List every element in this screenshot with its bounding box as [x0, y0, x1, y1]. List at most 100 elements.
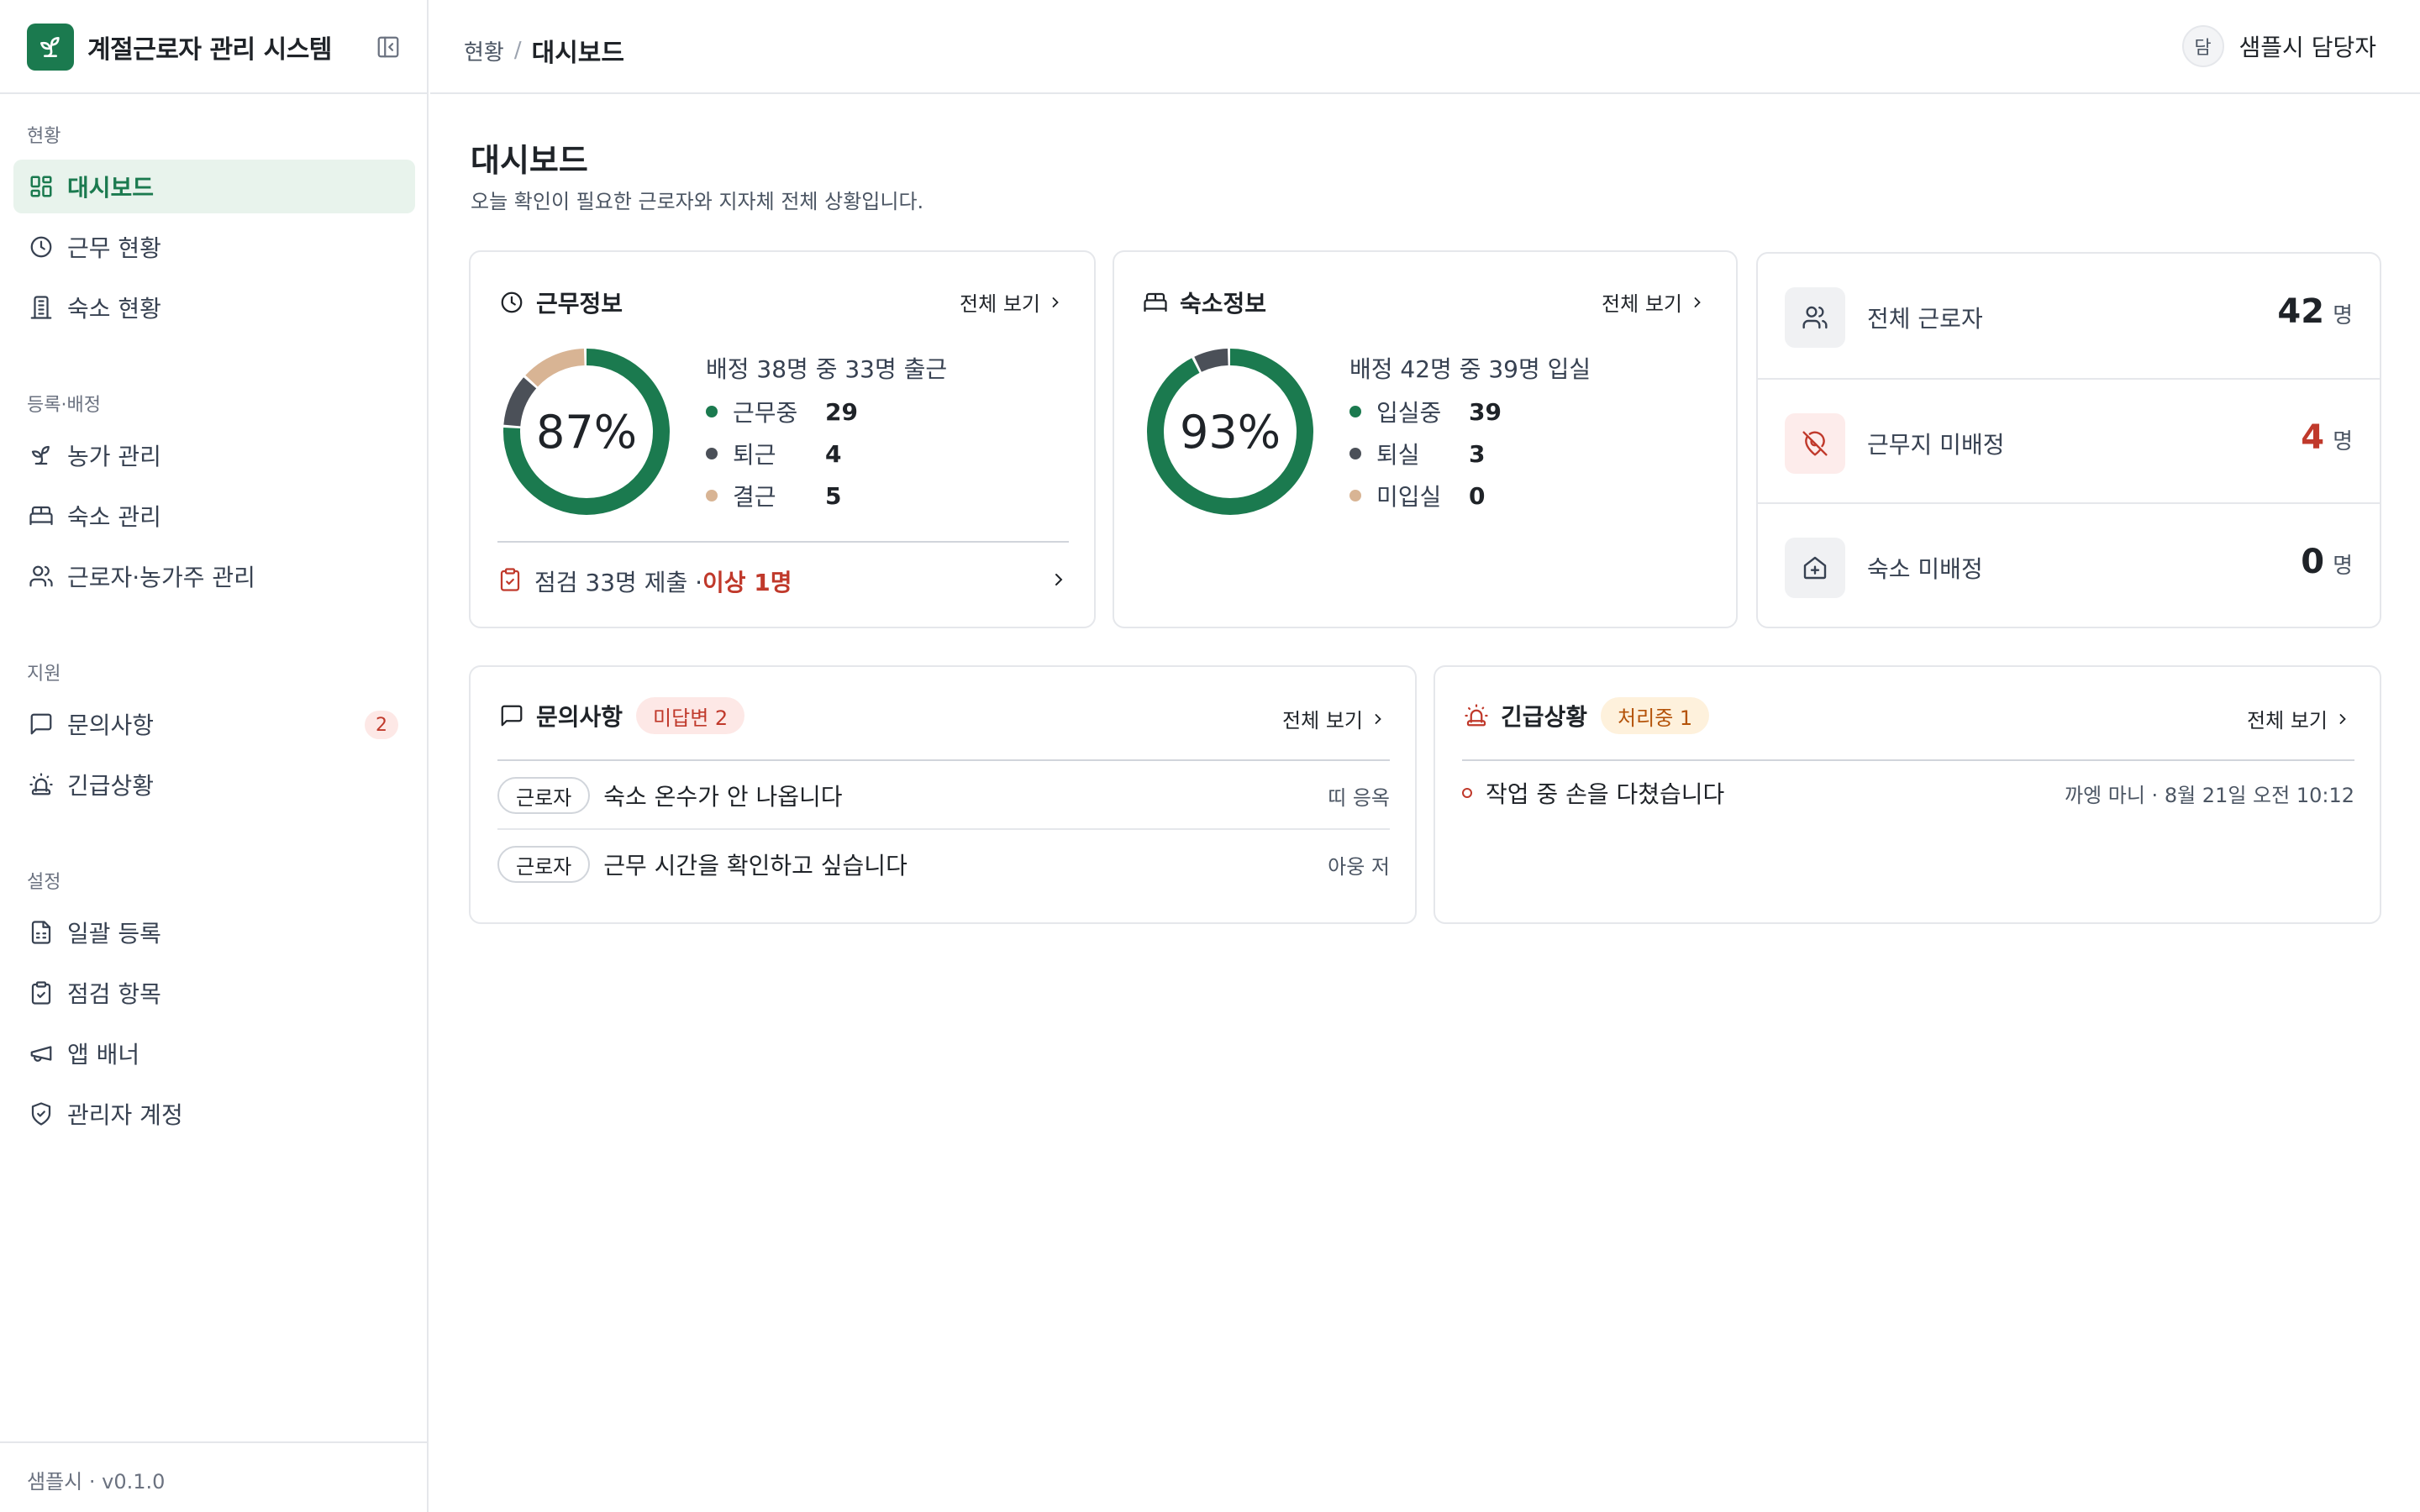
housing-info-card: 숙소정보 전체 보기 93% 배정 42명 중 39명 입실 입실중 39 퇴실… [1113, 250, 1738, 628]
stat-unassigned-housing[interactable]: 숙소 미배정 0 명 [1758, 502, 2380, 627]
clock-icon [27, 233, 55, 261]
stat-unit: 명 [2333, 554, 2353, 579]
inquiry-text: 숙소 온수가 안 나옵니다 [603, 783, 843, 811]
message-icon [497, 701, 526, 730]
list-item[interactable]: 작업 중 손을 다쳤습니다 까엥 마니 · 8월 21일 오전 10:12 [1462, 759, 2354, 827]
legend-value: 39 [1469, 397, 1502, 426]
sidebar-item-worker-management[interactable]: 근로자·농가주 관리 [13, 549, 415, 603]
legend-dot [1349, 490, 1361, 501]
clipboard-check-icon [497, 567, 523, 596]
work-view-all-link[interactable]: 전체 보기 [960, 287, 1064, 317]
stat-total-workers[interactable]: 전체 근로자 42 명 [1758, 254, 2380, 378]
list-item[interactable]: 근로자 숙소 온수가 안 나옵니다 띠 응옥 [497, 761, 1390, 830]
chevron-right-icon [1370, 711, 1386, 727]
sidebar-item-housing-management[interactable]: 숙소 관리 [13, 489, 415, 543]
app-title: 계절근로자 관리 시스템 [87, 35, 332, 65]
view-all-label: 전체 보기 [1602, 292, 1682, 316]
sidebar-item-emergency[interactable]: 긴급상황 [13, 758, 415, 811]
sidebar-item-inquiries[interactable]: 문의사항 2 [13, 697, 415, 751]
stat-value-group: 0 명 [2301, 543, 2353, 581]
chevron-right-icon [1047, 294, 1064, 311]
card-header: 문의사항 미답변 2 [497, 697, 745, 734]
divider [497, 541, 1069, 543]
nav-section-title: 등록·배정 [27, 395, 101, 416]
sidebar: 계절근로자 관리 시스템 현황 대시보드 근무 현황 숙소 현황 등록·배정 농… [0, 0, 429, 1512]
sidebar-item-dashboard[interactable]: 대시보드 [13, 160, 415, 213]
legend-item: 입실중 39 [1349, 395, 1502, 428]
sidebar-item-farm-management[interactable]: 농가 관리 [13, 428, 415, 482]
stat-unassigned-worksite[interactable]: 근무지 미배정 4 명 [1758, 378, 2380, 502]
sidebar-item-label: 숙소 현황 [67, 295, 161, 323]
bed-icon [1141, 288, 1170, 317]
legend-value: 29 [825, 397, 858, 426]
legend-item: 퇴실 3 [1349, 437, 1485, 470]
megaphone-icon [27, 1039, 55, 1068]
sidebar-item-bulk-register[interactable]: 일괄 등록 [13, 906, 415, 959]
sidebar-item-label: 대시보드 [67, 174, 155, 202]
emergency-text: 작업 중 손을 다쳤습니다 [1486, 780, 1725, 808]
sidebar-item-app-banner[interactable]: 앱 배너 [13, 1026, 415, 1080]
emergency-view-all-link[interactable]: 전체 보기 [2247, 704, 2351, 733]
list-item[interactable]: 근로자 근무 시간을 확인하고 싶습니다 아웅 저 [497, 830, 1390, 899]
map-pin-off-icon [1785, 413, 1845, 474]
inspection-alert: 이상 1명 [702, 569, 792, 596]
legend-value: 4 [825, 439, 842, 468]
legend-value: 3 [1469, 439, 1486, 468]
legend-label: 퇴실 [1376, 441, 1420, 469]
legend-item: 퇴근 4 [706, 437, 841, 470]
user-name: 샘플시 담당자 [2238, 34, 2376, 61]
sidebar-item-inspection-items[interactable]: 점검 항목 [13, 966, 415, 1020]
file-spreadsheet-icon [27, 918, 55, 947]
legend-label: 입실중 [1376, 399, 1442, 427]
stat-value-group: 42 명 [2277, 292, 2353, 331]
card-title: 문의사항 [536, 703, 623, 731]
stat-value: 42 [2277, 292, 2325, 331]
page-title: 대시보드 [471, 142, 588, 179]
view-all-label: 전체 보기 [2247, 709, 2328, 732]
inquiry-text: 근무 시간을 확인하고 싶습니다 [603, 852, 908, 879]
sidebar-item-label: 점검 항목 [67, 980, 161, 1008]
in-progress-badge: 처리중 1 [1601, 697, 1710, 734]
emergency-meta: 까엥 마니 · 8월 21일 오전 10:12 [2064, 783, 2354, 807]
dashboard-icon [27, 172, 55, 201]
inquiry-card: 문의사항 미답변 2 전체 보기 근로자 숙소 온수가 안 나옵니다 띠 응옥 … [469, 665, 1417, 924]
stat-value: 4 [2301, 418, 2325, 457]
legend-label: 미입실 [1376, 483, 1442, 511]
sidebar-collapse-button[interactable] [375, 34, 402, 60]
users-icon [27, 562, 55, 591]
work-percent: 87% [535, 405, 638, 459]
inquiry-author: 띠 응옥 [1328, 785, 1390, 810]
inspection-summary-link[interactable]: 점검 33명 제출 · 이상 1명 [497, 564, 1069, 598]
clock-icon [497, 288, 526, 317]
avatar: 담 [2181, 25, 2224, 67]
card-title: 숙소정보 [1180, 290, 1267, 318]
card-title: 긴급상황 [1501, 703, 1588, 731]
legend-item: 미입실 0 [1349, 479, 1485, 512]
sidebar-item-label: 근무 현황 [67, 234, 161, 262]
chevron-right-icon [1049, 570, 1069, 593]
page-subtitle: 오늘 확인이 필요한 근로자와 지자체 전체 상황입니다. [471, 190, 924, 213]
breadcrumb-separator: / [513, 38, 522, 63]
stat-label: 전체 근로자 [1867, 305, 1983, 333]
sidebar-item-work-status[interactable]: 근무 현황 [13, 220, 415, 274]
stat-label: 근무지 미배정 [1867, 431, 2005, 459]
message-icon [27, 710, 55, 738]
housing-view-all-link[interactable]: 전체 보기 [1602, 287, 1706, 317]
user-menu[interactable]: 담 샘플시 담당자 [2181, 25, 2376, 67]
sidebar-item-label: 문의사항 [67, 711, 155, 739]
stat-value: 0 [2301, 543, 2325, 581]
breadcrumb-current: 대시보드 [531, 39, 625, 68]
brand-header: 계절근로자 관리 시스템 [0, 0, 427, 94]
sidebar-item-housing-status[interactable]: 숙소 현황 [13, 281, 415, 334]
inquiry-count-badge: 2 [365, 711, 398, 739]
legend-item: 결근 5 [706, 479, 841, 512]
inquiry-view-all-link[interactable]: 전체 보기 [1282, 704, 1386, 733]
sidebar-item-admin-accounts[interactable]: 관리자 계정 [13, 1087, 415, 1141]
housing-summary: 배정 42명 중 39명 입실 [1349, 355, 1591, 383]
app-version: 샘플시 · v0.1.0 [27, 1470, 166, 1494]
legend-label: 결근 [733, 483, 776, 511]
bed-icon [27, 501, 55, 530]
breadcrumb: 현황 / 대시보드 [464, 32, 624, 69]
breadcrumb-parent[interactable]: 현황 [464, 35, 504, 66]
chevron-right-icon [2334, 711, 2351, 727]
